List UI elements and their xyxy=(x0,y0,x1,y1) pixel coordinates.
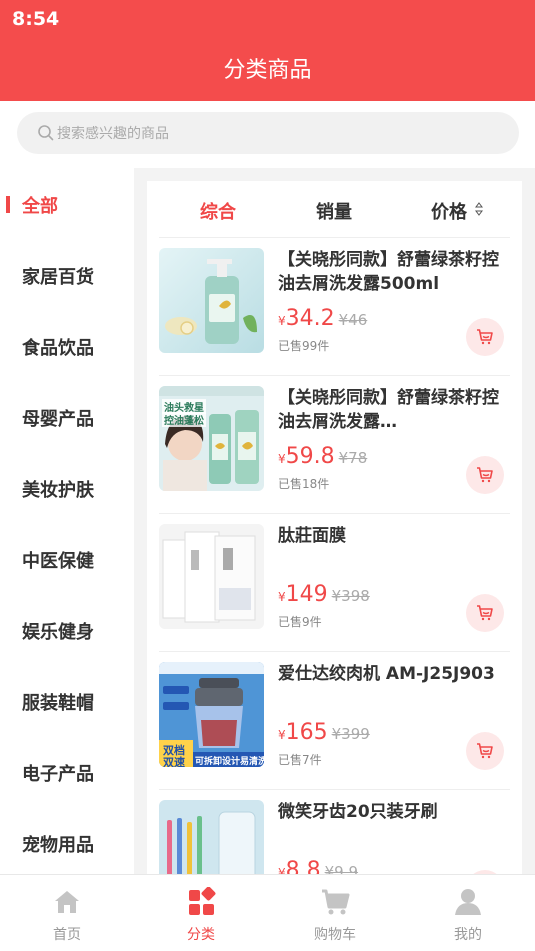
tab-label: 我的 xyxy=(454,927,482,943)
sidebar-item-fitness[interactable]: 娱乐健身 xyxy=(0,594,134,665)
tab-label: 分类 xyxy=(187,927,215,943)
sidebar-item-label: 食品饮品 xyxy=(22,338,94,359)
tab-label: 首页 xyxy=(53,927,81,943)
add-to-cart-button[interactable] xyxy=(466,318,504,356)
price-row: ¥165 ¥399 xyxy=(278,720,370,745)
category-icon xyxy=(189,887,216,915)
cart-icon xyxy=(477,605,493,621)
product-card[interactable]: 肽莊面膜 ¥149 ¥398 已售9件 xyxy=(159,514,510,652)
product-name: 微笑牙齿20只装牙刷 xyxy=(278,802,438,822)
sidebar-item-label: 电子产品 xyxy=(22,764,94,785)
sidebar-item-label: 中医保健 xyxy=(22,551,94,572)
sidebar-item-apparel[interactable]: 服装鞋帽 xyxy=(0,665,134,736)
price-currency: ¥ xyxy=(278,452,286,466)
price-row: ¥8.8 ¥9.9 xyxy=(278,858,358,874)
product-image[interactable]: 油头救星 控油蓬松 xyxy=(159,386,264,491)
product-price: 59.8 xyxy=(285,444,335,469)
product-name: 【关晓彤同款】舒蕾绿茶籽控油去屑洗发露… xyxy=(278,388,499,432)
sidebar-item-electronics[interactable]: 电子产品 xyxy=(0,736,134,807)
product-card[interactable]: 【关晓彤同款】舒蕾绿茶籽控油去屑洗发露500ml ¥34.2 ¥46 已售99件 xyxy=(159,238,510,376)
active-indicator xyxy=(6,196,10,213)
cart-icon xyxy=(322,889,350,915)
product-price: 34.2 xyxy=(285,306,335,331)
sidebar-item-label: 全部 xyxy=(22,196,58,217)
original-price: ¥398 xyxy=(331,587,370,605)
product-price: 8.8 xyxy=(285,858,321,874)
sold-count: 已售18件 xyxy=(278,477,330,491)
status-time: 8:54 xyxy=(12,8,60,30)
product-card[interactable]: 油头救星 控油蓬松 【关晓彤同款】舒蕾绿茶籽控油去屑洗发露… ¥59.8 ¥78 … xyxy=(159,376,510,514)
price-currency: ¥ xyxy=(278,866,286,874)
sidebar-item-health[interactable]: 中医保健 xyxy=(0,523,134,594)
product-name: 爱仕达绞肉机 AM-J25J903 xyxy=(278,664,495,684)
image-caption: 可拆卸设计易清洗 xyxy=(195,757,264,767)
sidebar-item-label: 娱乐健身 xyxy=(22,622,94,643)
cart-icon xyxy=(477,467,493,483)
price-row: ¥34.2 ¥46 xyxy=(278,306,367,331)
category-sidebar: 全部 家居百货 食品饮品 母婴产品 美妆护肤 中医保健 娱乐健身 服装鞋帽 电子… xyxy=(0,168,134,874)
price-currency: ¥ xyxy=(278,728,286,742)
product-card[interactable]: 微笑牙齿20只装牙刷 ¥8.8 ¥9.9 xyxy=(159,790,510,874)
original-price: ¥46 xyxy=(338,311,368,329)
sort-comprehensive-tab[interactable]: 综合 xyxy=(200,198,236,224)
price-row: ¥59.8 ¥78 xyxy=(278,444,367,469)
sidebar-item-label: 服装鞋帽 xyxy=(22,693,94,714)
cart-icon xyxy=(477,329,493,345)
original-price: ¥399 xyxy=(331,725,370,743)
search-input[interactable]: 搜索感兴趣的商品 xyxy=(17,112,519,154)
original-price: ¥9.9 xyxy=(324,863,359,874)
sidebar-item-beauty[interactable]: 美妆护肤 xyxy=(0,452,134,523)
app-header: 8:54 分类商品 xyxy=(0,0,535,101)
sidebar-item-mother-baby[interactable]: 母婴产品 xyxy=(0,381,134,452)
sold-count: 已售99件 xyxy=(278,339,330,353)
product-card[interactable]: 双档 双速 可拆卸设计易清洗 爱仕达绞肉机 AM-J25J903 ¥165 ¥39… xyxy=(159,652,510,790)
sidebar-item-label: 家居百货 xyxy=(22,267,94,288)
add-to-cart-button[interactable] xyxy=(466,594,504,632)
search-placeholder: 搜索感兴趣的商品 xyxy=(57,126,169,142)
sort-bar: 综合 销量 价格 xyxy=(159,181,510,238)
search-bar: 搜索感兴趣的商品 xyxy=(0,101,535,168)
sidebar-item-all[interactable]: 全部 xyxy=(0,168,134,239)
sidebar-item-food-drinks[interactable]: 食品饮品 xyxy=(0,310,134,381)
product-image[interactable]: 双档 双速 可拆卸设计易清洗 xyxy=(159,662,264,767)
product-list-panel: 综合 销量 价格 【关晓彤同款】舒蕾绿茶籽控油去屑洗发露500ml ¥34.2 … xyxy=(147,181,522,874)
bottom-tab-bar: 首页 分类 购物车 我的 xyxy=(0,874,535,951)
image-caption: 控油蓬松 xyxy=(162,412,206,427)
add-to-cart-button[interactable] xyxy=(466,732,504,770)
price-currency: ¥ xyxy=(278,314,286,328)
home-icon xyxy=(55,891,79,913)
user-icon xyxy=(455,889,481,915)
product-price: 149 xyxy=(285,582,328,607)
product-image[interactable] xyxy=(159,248,264,353)
tab-profile[interactable]: 我的 xyxy=(401,875,535,951)
sidebar-item-pets[interactable]: 宠物用品 xyxy=(0,807,134,874)
sidebar-item-label: 美妆护肤 xyxy=(22,480,94,501)
cart-icon xyxy=(477,743,493,759)
sold-count: 已售7件 xyxy=(278,753,322,767)
product-name: 肽莊面膜 xyxy=(278,526,346,546)
sort-sales-tab[interactable]: 销量 xyxy=(316,198,352,224)
search-icon xyxy=(38,125,54,141)
sort-arrows-icon xyxy=(475,202,483,216)
product-image[interactable] xyxy=(159,800,264,874)
sidebar-item-home-goods[interactable]: 家居百货 xyxy=(0,239,134,310)
original-price: ¥78 xyxy=(338,449,368,467)
tab-category[interactable]: 分类 xyxy=(134,875,268,951)
tab-label: 购物车 xyxy=(314,927,356,943)
sold-count: 已售9件 xyxy=(278,615,322,629)
product-name: 【关晓彤同款】舒蕾绿茶籽控油去屑洗发露500ml xyxy=(278,250,499,294)
page-title: 分类商品 xyxy=(223,58,312,83)
sidebar-item-label: 宠物用品 xyxy=(22,835,94,856)
sidebar-item-label: 母婴产品 xyxy=(22,409,94,430)
price-currency: ¥ xyxy=(278,590,286,604)
sort-price-tab[interactable]: 价格 xyxy=(431,198,467,224)
tab-cart[interactable]: 购物车 xyxy=(268,875,402,951)
product-image[interactable] xyxy=(159,524,264,629)
tab-home[interactable]: 首页 xyxy=(0,875,134,951)
add-to-cart-button[interactable] xyxy=(466,456,504,494)
image-caption: 双速 xyxy=(163,756,185,767)
price-row: ¥149 ¥398 xyxy=(278,582,370,607)
product-price: 165 xyxy=(285,720,328,745)
